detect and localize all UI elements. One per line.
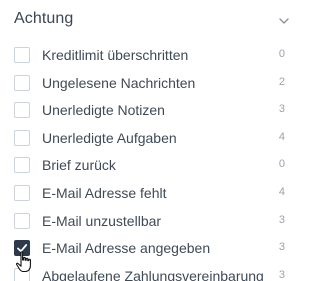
filter-label: Unerledigte Aufgaben bbox=[42, 129, 177, 146]
filter-count: 3 bbox=[278, 103, 285, 116]
filter-checkbox[interactable] bbox=[14, 267, 30, 281]
filter-label: Unerledigte Notizen bbox=[42, 102, 165, 119]
filter-label: Brief zurück bbox=[42, 157, 116, 174]
achtung-filter-panel: Achtung Kreditlimit überschritten 0 Unge… bbox=[0, 0, 300, 281]
filter-count: 4 bbox=[278, 185, 285, 198]
filter-item[interactable]: Unerledigte Aufgaben 4 bbox=[0, 125, 300, 153]
filter-count: 3 bbox=[278, 241, 285, 254]
filter-item[interactable]: E-Mail unzustellbar 3 bbox=[0, 208, 300, 236]
chevron-down-icon[interactable] bbox=[278, 14, 290, 26]
filter-label: Abgelaufene Zahlungsvereinbarung bbox=[42, 267, 264, 281]
filter-label: Ungelesene Nachrichten bbox=[42, 74, 196, 91]
filter-label: E-Mail Adresse angegeben bbox=[42, 240, 211, 257]
filter-checkbox[interactable] bbox=[14, 74, 30, 91]
filter-item[interactable]: Kreditlimit überschritten 0 bbox=[0, 42, 300, 70]
filter-count: 2 bbox=[278, 75, 285, 88]
filter-item[interactable]: Unerledigte Notizen 3 bbox=[0, 97, 300, 125]
filter-checkbox[interactable] bbox=[14, 212, 30, 229]
filter-checkbox[interactable] bbox=[14, 184, 30, 201]
filter-item[interactable]: Ungelesene Nachrichten 2 bbox=[0, 70, 300, 98]
filter-label: E-Mail unzustellbar bbox=[42, 212, 162, 229]
filter-item[interactable]: Abgelaufene Zahlungsvereinbarung 3 bbox=[0, 263, 300, 281]
filter-checkbox[interactable] bbox=[14, 129, 30, 146]
section-header[interactable]: Achtung bbox=[0, 0, 300, 40]
filter-item[interactable]: E-Mail Adresse fehlt 4 bbox=[0, 180, 300, 208]
filter-checkbox[interactable] bbox=[14, 102, 30, 119]
filter-checkbox[interactable] bbox=[14, 157, 30, 174]
filter-checkbox-checked[interactable] bbox=[14, 240, 30, 257]
filter-list: Kreditlimit überschritten 0 Ungelesene N… bbox=[0, 42, 300, 281]
filter-count: 0 bbox=[278, 158, 285, 171]
section-title: Achtung bbox=[14, 10, 74, 27]
filter-item[interactable]: E-Mail Adresse angegeben 3 bbox=[0, 235, 300, 263]
filter-checkbox[interactable] bbox=[14, 47, 30, 63]
filter-count: 3 bbox=[278, 213, 285, 226]
checkmark-icon bbox=[17, 244, 28, 253]
filter-count: 4 bbox=[278, 130, 285, 143]
filter-item[interactable]: Brief zurück 0 bbox=[0, 152, 300, 180]
filter-label: Kreditlimit überschritten bbox=[42, 47, 189, 63]
filter-label: E-Mail Adresse fehlt bbox=[42, 184, 167, 201]
filter-count: 3 bbox=[278, 268, 285, 281]
filter-count: 0 bbox=[278, 48, 285, 60]
